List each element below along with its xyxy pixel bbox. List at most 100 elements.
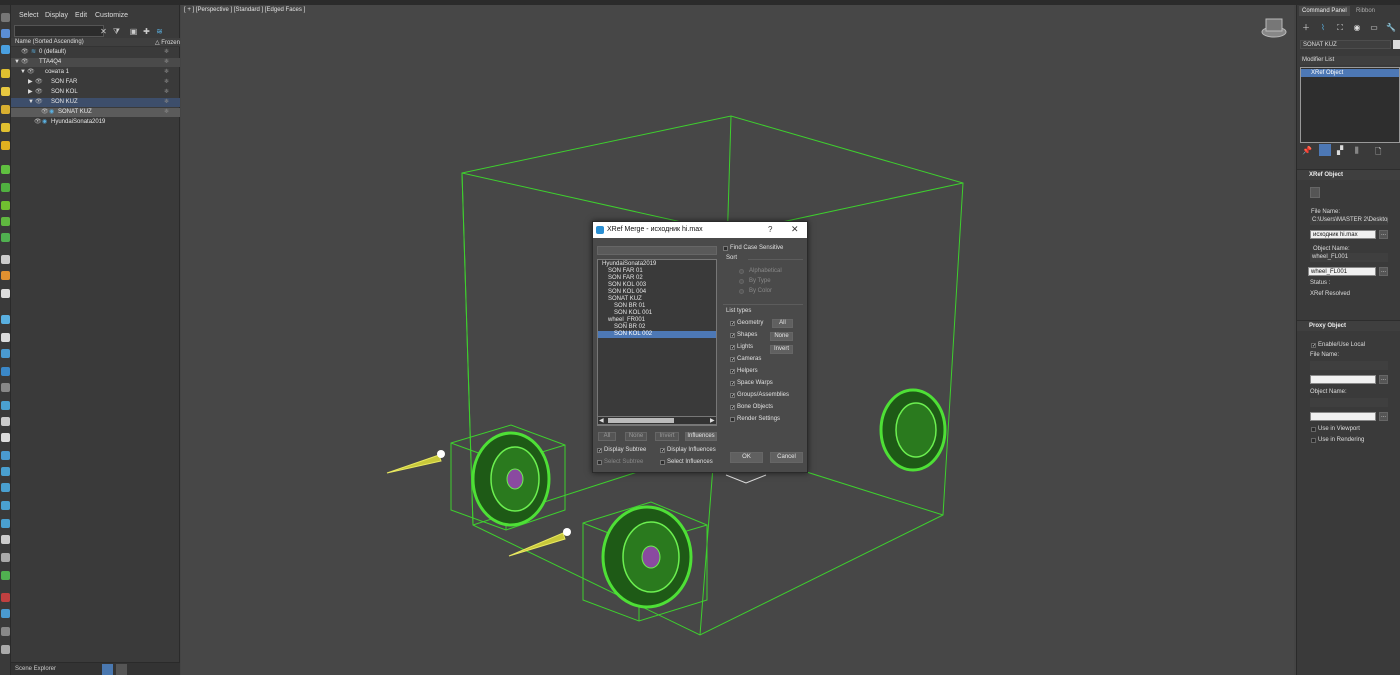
doc-icon[interactable] (1, 417, 10, 426)
table-icon[interactable] (1, 627, 10, 636)
eye-icon[interactable]: 👁 (35, 98, 43, 107)
browse-file-button[interactable]: ... (1379, 230, 1388, 239)
tree-row[interactable]: ▼ 👁 SON KUZ ❄ (11, 98, 180, 107)
helpers-checkbox[interactable]: ✓ (730, 369, 735, 375)
shapes-checkbox[interactable]: ✓ (730, 333, 735, 339)
list-item[interactable]: SON KOL 004 (598, 289, 716, 296)
layers-icon[interactable] (1, 45, 10, 54)
pin-icon[interactable] (1, 315, 10, 324)
tree-row[interactable]: ▶ 👁 SON KOL ❄ (11, 88, 180, 97)
tree-row[interactable]: ▼ 👁 соната 1 ❄ (11, 68, 180, 77)
help-button[interactable]: ? (768, 225, 772, 234)
cameras-checkbox[interactable]: ✓ (730, 357, 735, 363)
frozen-icon[interactable]: ❄ (164, 68, 169, 77)
list-item[interactable]: SONAT KUZ (598, 296, 716, 303)
bulb-icon[interactable] (1, 123, 10, 132)
dot-icon[interactable] (1, 333, 10, 342)
wave-icon[interactable] (1, 349, 10, 358)
motion-tab-icon[interactable]: ◉ (1352, 23, 1362, 33)
sheet-icon[interactable] (1, 609, 10, 618)
tab-ribbon[interactable]: Ribbon (1353, 6, 1378, 16)
viewcube[interactable] (1261, 18, 1287, 38)
collapse-arrow-icon[interactable]: ▼ (14, 58, 20, 67)
make-unique-icon[interactable]: ▞ (1337, 146, 1343, 155)
list-item[interactable]: SON BR 02 (598, 324, 716, 331)
list-item[interactable]: SON FAR 01 (598, 268, 716, 275)
remove-modifier-icon[interactable]: ⫼ (1355, 146, 1359, 156)
light-icon[interactable] (1, 69, 10, 78)
curve-icon[interactable] (1, 501, 10, 510)
eye-icon[interactable]: 👁 (34, 118, 42, 127)
split-icon[interactable] (1, 451, 10, 460)
render-settings-checkbox[interactable] (730, 417, 735, 422)
proxy-browse-object-button[interactable]: ... (1379, 412, 1388, 421)
list-none-button[interactable]: None (625, 432, 647, 441)
geometry-checkbox[interactable]: ✓ (730, 321, 735, 327)
chevrons-icon[interactable] (1, 571, 10, 580)
select-subtree-checkbox[interactable] (597, 460, 602, 465)
bone-icon[interactable] (1, 271, 10, 280)
modifier-list-dropdown[interactable]: Modifier List (1300, 56, 1400, 65)
list-item[interactable]: SON FAR 02 (598, 275, 716, 282)
cancel-button[interactable]: Cancel (770, 452, 803, 463)
flower-icon[interactable] (1, 183, 10, 192)
tree-row[interactable]: 👁 ◉ SONAT KUZ ❄ (11, 108, 180, 117)
object-name-field[interactable]: wheel_FL001 (1308, 267, 1376, 276)
proxy-file-input[interactable] (1310, 375, 1376, 384)
tree-row[interactable]: ▶ 👁 SON FAR ❄ (11, 78, 180, 87)
sort-by-type-radio[interactable] (739, 279, 744, 284)
eye-icon[interactable]: 👁 (21, 58, 29, 67)
recycle-icon[interactable] (1, 233, 10, 242)
list-item[interactable]: SON KOL 001 (598, 310, 716, 317)
object-name-input[interactable]: SONAT KUZ (1300, 40, 1391, 49)
scroll-left-icon[interactable]: ◀ (599, 417, 604, 424)
menu-customize[interactable]: Customize (95, 12, 128, 19)
configure-sets-icon[interactable]: 🗋 (1375, 146, 1381, 160)
bone-objects-checkbox[interactable]: ✓ (730, 405, 735, 411)
file-name-input[interactable]: исходник hi.max (1310, 230, 1376, 239)
layer-stack-icon[interactable]: ≋ (155, 27, 164, 36)
clear-search-icon[interactable]: ✕ (99, 27, 108, 36)
collapse-arrow-icon[interactable]: ▼ (28, 98, 34, 107)
list-item-selected[interactable]: SON KOL 002 (598, 331, 716, 338)
select-influences-checkbox[interactable] (660, 460, 665, 465)
list-influences-button[interactable]: Influences (685, 432, 717, 441)
enable-local-checkbox[interactable]: ✓ (1311, 343, 1316, 349)
frozen-icon[interactable]: ❄ (164, 78, 169, 87)
frozen-column-header[interactable]: △ Frozen (155, 39, 180, 46)
sort-by-layer-icon[interactable] (102, 664, 113, 675)
display-subtree-checkbox[interactable]: ✓ (597, 448, 602, 454)
list-invert-button[interactable]: Invert (655, 432, 679, 441)
use-in-viewport-checkbox[interactable] (1311, 427, 1316, 432)
space-warps-checkbox[interactable]: ✓ (730, 381, 735, 387)
proxy-object-rollout[interactable]: Proxy Object (1297, 320, 1400, 331)
display-influences-checkbox[interactable]: ✓ (660, 448, 665, 454)
frozen-icon[interactable]: ❄ (164, 108, 169, 117)
create-tab-icon[interactable]: ＋ (1301, 23, 1311, 33)
display-tab-icon[interactable]: ▭ (1369, 23, 1379, 33)
list-item[interactable]: SON KOL 003 (598, 282, 716, 289)
close-button[interactable]: ✕ (791, 224, 799, 235)
explorer-search-input[interactable] (14, 25, 104, 37)
pin-stack-icon[interactable]: 📌 (1302, 146, 1312, 155)
proxy-browse-file-button[interactable]: ... (1379, 375, 1388, 384)
types-none-button[interactable]: None (770, 332, 793, 341)
tree-row[interactable]: ▼ 👁 TTA4Q4 ❄ (11, 58, 180, 67)
tree-icon[interactable] (1, 201, 10, 210)
object-list[interactable]: HyundaiSonata2019 SON FAR 01 SON FAR 02 … (597, 259, 717, 426)
frozen-icon[interactable]: ❄ (164, 48, 169, 57)
frozen-icon[interactable]: ❄ (164, 88, 169, 97)
list-item[interactable]: HyundaiSonata2019 (598, 261, 716, 268)
twist-icon[interactable] (1, 483, 10, 492)
tree-row[interactable]: 👁 ◉ HyundaiSonata2019 (11, 118, 180, 127)
sun-icon[interactable] (1, 87, 10, 96)
cube-icon[interactable] (1, 367, 10, 376)
modify-tab-icon[interactable]: ⌇ (1318, 23, 1328, 33)
filter-input[interactable] (597, 246, 717, 255)
eye-icon[interactable]: 👁 (35, 78, 43, 87)
show-end-result-icon[interactable] (1319, 144, 1331, 156)
xref-help-icon[interactable] (1310, 187, 1320, 198)
bulb2-icon[interactable] (1, 553, 10, 562)
add-layer-icon[interactable]: ✚ (142, 27, 151, 36)
chain-icon[interactable] (1, 535, 10, 544)
